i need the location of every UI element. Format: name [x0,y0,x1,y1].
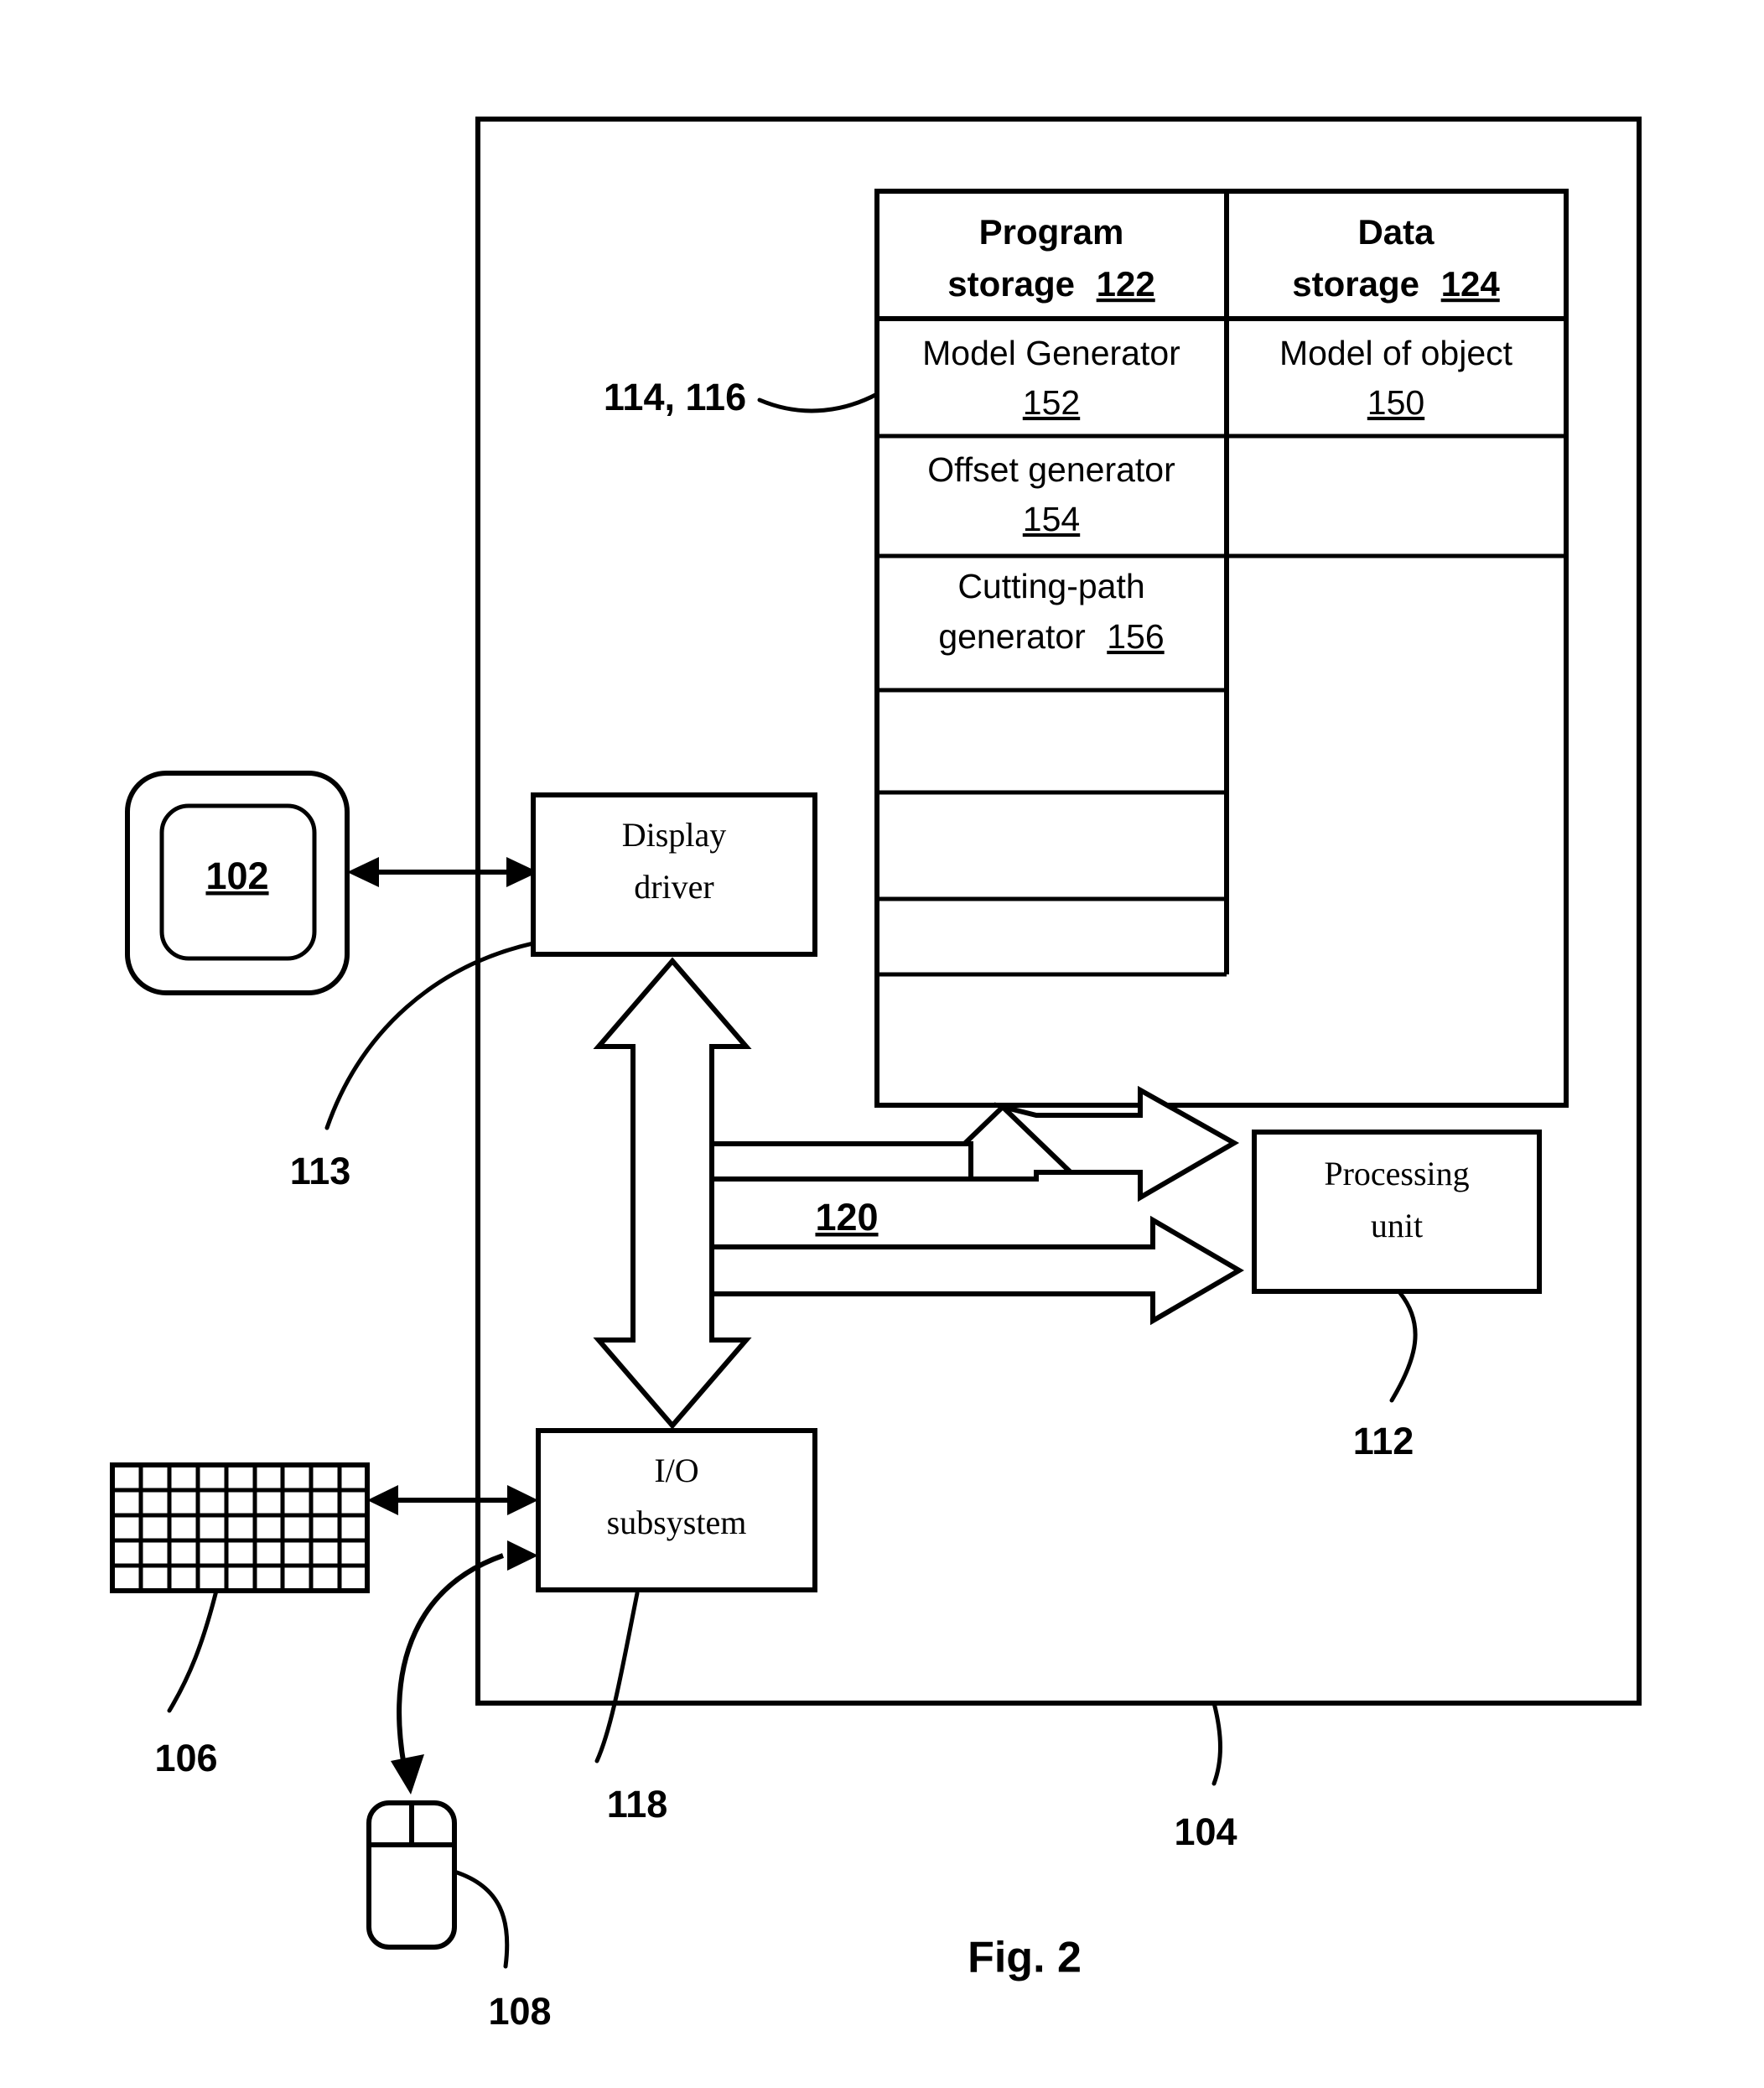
data-cell-0-ref: 150 [1367,383,1424,422]
processing-unit-label-line2: unit [1371,1207,1423,1244]
data-cell-0-line1: Model of object [1279,334,1513,372]
program-cell-2-line1: Cutting-path [957,567,1144,605]
display-to-driver-arrow [347,857,538,887]
processing-unit-label-line1: Processing [1324,1155,1469,1192]
bus-storage-left-leg [709,1141,973,1182]
patent-figure: Program storage 122 Data storage 124 Mod… [0,0,1764,2088]
display-driver-label-line1: Display [622,816,726,854]
program-cell-0-line1: Model Generator [922,334,1180,372]
figure-caption: Fig. 2 [968,1934,1082,1982]
memory-reference-label: 114, 116 [604,376,746,418]
keyboard-reference-label: 106 [154,1737,217,1779]
program-cell-2-line2: generator 156 [938,617,1164,656]
computer-leader-line [1211,1701,1222,1786]
keyboard-leader-line [167,1588,219,1713]
program-cell-1-ref: 154 [1023,500,1080,538]
display-reference-label: 102 [205,854,268,897]
mouse [366,1800,510,1969]
program-storage-header-line1: Program [979,212,1124,252]
bus-reference-label: 120 [815,1196,878,1239]
io-subsystem-label-line1: I/O [654,1452,698,1489]
mouse-cord [452,1869,510,1969]
mouse-reference-label: 108 [488,1990,551,2033]
computer-reference-label: 104 [1174,1810,1237,1853]
processing-unit-reference-label: 112 [1353,1420,1414,1462]
display-link-reference-label: 113 [290,1150,351,1192]
keyboard [110,1462,370,1593]
io-subsystem-label-line2: subsystem [607,1504,747,1541]
io-subsystem-reference-label: 118 [607,1783,668,1826]
data-storage-header-line2: storage 124 [1292,264,1500,304]
program-cell-1-line1: Offset generator [927,450,1175,489]
program-cell-0-ref: 152 [1023,383,1080,422]
program-storage-header-line2: storage 122 [947,264,1154,304]
keyboard-to-io-arrow [367,1485,538,1515]
display-driver-label-line2: driver [634,868,714,906]
data-storage-header-line1: Data [1357,212,1435,252]
